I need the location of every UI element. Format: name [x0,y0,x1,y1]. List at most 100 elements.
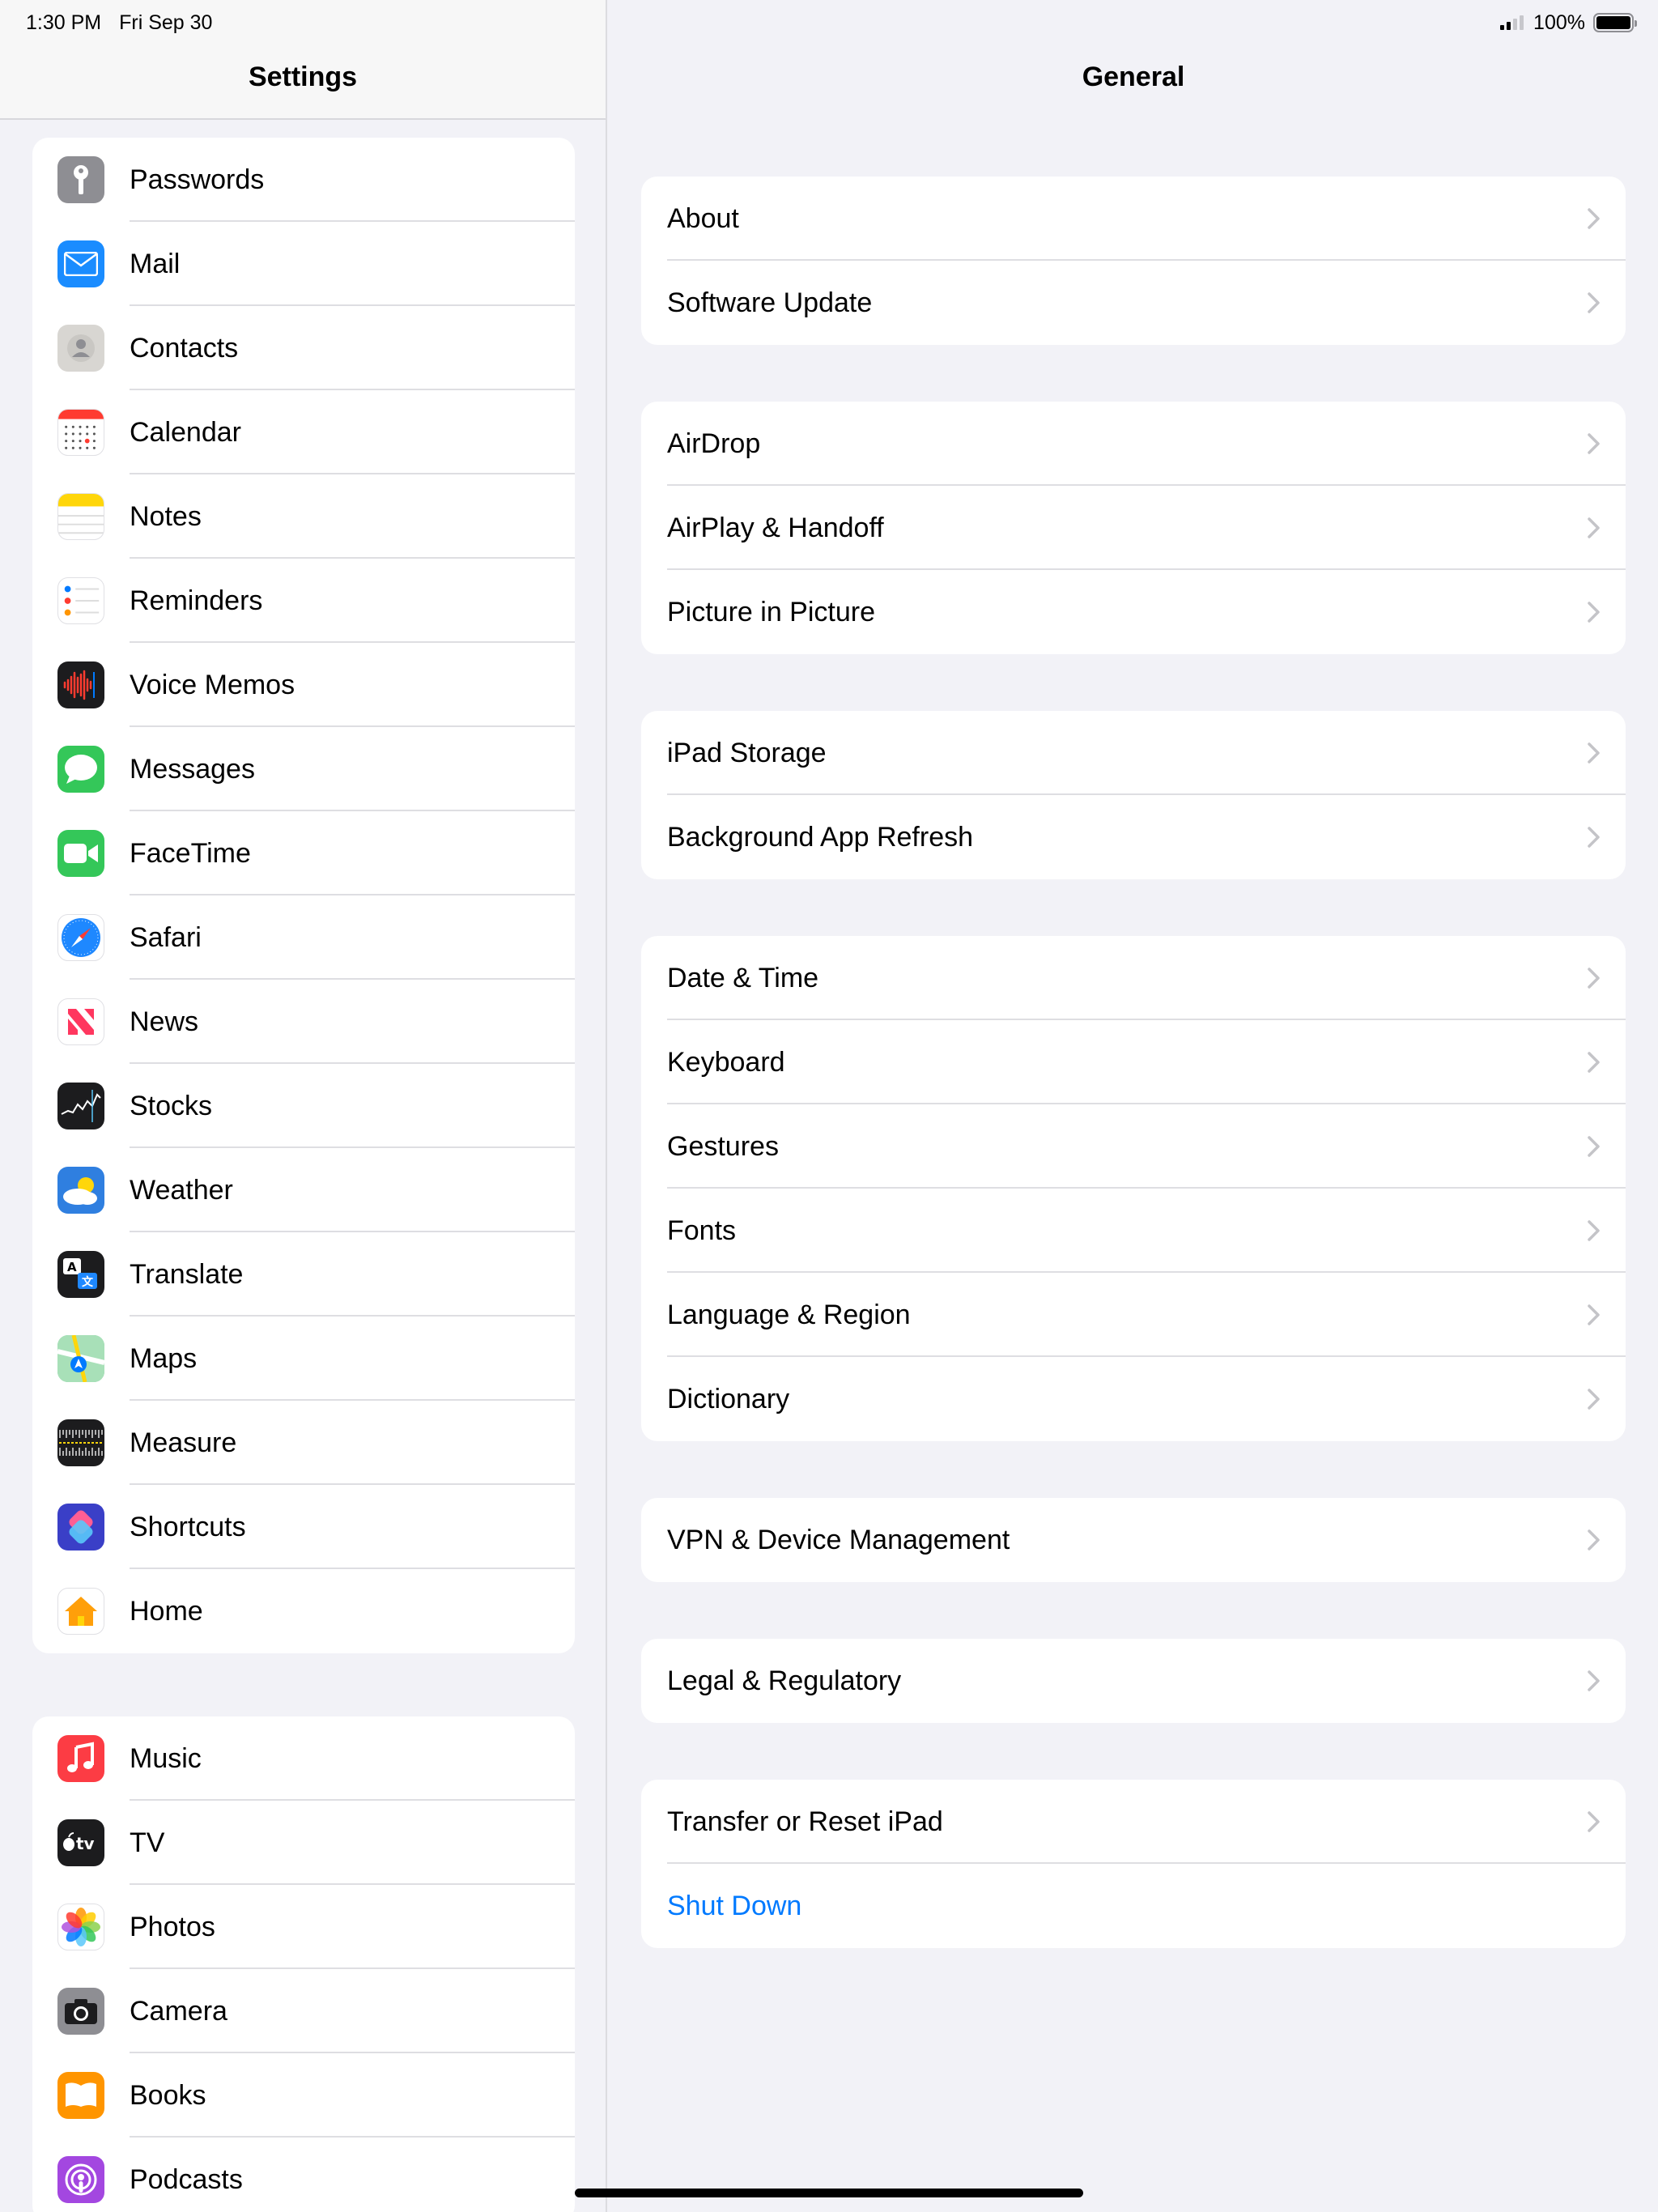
sidebar-item-label: Messages [130,753,255,785]
sidebar-item-camera[interactable]: Camera [32,1969,575,2053]
general-item-label: About [667,202,739,234]
sidebar-item-tv[interactable]: tv TV [32,1801,575,1885]
settings-sidebar: Settings Passwords Mail Contacts Calendar No… [0,0,607,2212]
sidebar-item-label: Maps [130,1342,198,1374]
compass-icon [57,914,104,961]
general-item-label: Software Update [667,287,873,318]
sidebar-item-music[interactable]: Music [32,1716,575,1801]
general-item-background-app-refresh[interactable]: Background App Refresh [641,795,1626,879]
general-item-gestures[interactable]: Gestures [641,1104,1626,1189]
chevron-right-icon [1587,1388,1601,1410]
general-item-label: Gestures [667,1130,779,1162]
sidebar-item-safari[interactable]: Safari [32,895,575,980]
sidebar-item-messages[interactable]: Messages [32,727,575,811]
sidebar-item-measure[interactable]: Measure [32,1401,575,1485]
general-item-label: Dictionary [667,1383,790,1414]
svg-text:文: 文 [82,1275,94,1289]
ruler-icon [57,1419,104,1466]
sidebar-item-label: Camera [130,1995,227,2027]
general-item-dictionary[interactable]: Dictionary [641,1357,1626,1441]
sidebar-item-label: Photos [130,1911,215,1942]
svg-text:tv: tv [76,1834,95,1853]
general-item-airdrop[interactable]: AirDrop [641,402,1626,486]
general-item-label: Picture in Picture [667,596,875,627]
book-icon [57,2072,104,2119]
general-item-label: Legal & Regulatory [667,1665,902,1696]
sidebar-item-label: Safari [130,921,202,953]
chevron-right-icon [1587,517,1601,539]
general-item-label: Date & Time [667,962,819,993]
sidebar-item-mail[interactable]: Mail [32,222,575,306]
status-bar-right: 100% [1500,8,1637,37]
chevron-right-icon [1587,601,1601,623]
general-item-label: Transfer or Reset iPad [667,1806,943,1837]
notes-icon [57,493,104,540]
battery-icon [1593,13,1637,32]
sidebar-group-1: Passwords Mail Contacts Calendar Notes Remind… [32,138,575,1653]
sidebar-item-weather[interactable]: Weather [32,1148,575,1232]
status-time: 1:30 PM [26,11,102,34]
status-bar-left: 1:30 PM Fri Sep 30 [26,8,212,37]
general-item-label: VPN & Device Management [667,1524,1010,1555]
general-item-fonts[interactable]: Fonts [641,1189,1626,1273]
general-item-about[interactable]: About [641,177,1626,261]
general-item-label: Language & Region [667,1299,911,1330]
general-group-6: Legal & Regulatory [641,1639,1626,1723]
sidebar-item-maps[interactable]: Maps [32,1317,575,1401]
general-item-label: Background App Refresh [667,821,974,853]
chevron-right-icon [1587,826,1601,849]
chevron-right-icon [1587,1529,1601,1551]
sidebar-item-label: Stocks [130,1090,213,1121]
sidebar-item-label: Podcasts [130,2163,243,2195]
svg-text:A: A [67,1260,77,1274]
key-icon [57,156,104,203]
general-item-language-region[interactable]: Language & Region [641,1273,1626,1357]
chevron-right-icon [1587,1304,1601,1326]
music-note-icon [57,1735,104,1782]
sidebar-item-facetime[interactable]: FaceTime [32,811,575,895]
sidebar-item-stocks[interactable]: Stocks [32,1064,575,1148]
sidebar-item-shortcuts[interactable]: Shortcuts [32,1485,575,1569]
general-group-4: Date & Time Keyboard Gestures Fonts Language… [641,936,1626,1441]
sidebar-item-contacts[interactable]: Contacts [32,306,575,390]
podcast-icon [57,2156,104,2203]
sidebar-item-notes[interactable]: Notes [32,474,575,559]
sidebar-item-translate[interactable]: A 文 Translate [32,1232,575,1317]
sidebar-item-reminders[interactable]: Reminders [32,559,575,643]
sidebar-item-podcasts[interactable]: Podcasts [32,2138,575,2212]
sidebar-item-photos[interactable]: Photos [32,1885,575,1969]
calendar-icon [57,409,104,456]
sidebar-item-label: Music [130,1742,202,1774]
general-item-transfer-or-reset-ipad[interactable]: Transfer or Reset iPad [641,1780,1626,1864]
home-indicator[interactable] [575,2189,1083,2197]
general-group-7: Transfer or Reset iPad Shut Down [641,1780,1626,1948]
general-item-ipad-storage[interactable]: iPad Storage [641,711,1626,795]
camera-icon [57,1988,104,2035]
general-item-date-time[interactable]: Date & Time [641,936,1626,1020]
general-item-keyboard[interactable]: Keyboard [641,1020,1626,1104]
sidebar-item-books[interactable]: Books [32,2053,575,2138]
general-item-software-update[interactable]: Software Update [641,261,1626,345]
shut-down-button[interactable]: Shut Down [641,1864,1626,1948]
general-group-3: iPad Storage Background App Refresh [641,711,1626,879]
sidebar-item-label: Books [130,2079,206,2111]
general-group-2: AirDrop AirPlay & Handoff Picture in Pictu… [641,402,1626,654]
general-item-label: Fonts [667,1214,737,1246]
sidebar-item-news[interactable]: News [32,980,575,1064]
sidebar-item-passwords[interactable]: Passwords [32,138,575,222]
sidebar-item-home[interactable]: Home [32,1569,575,1653]
reminders-icon [57,577,104,624]
sidebar-item-calendar[interactable]: Calendar [32,390,575,474]
sidebar-item-label: TV [130,1827,165,1858]
sidebar-item-voice-memos[interactable]: Voice Memos [32,643,575,727]
general-item-label: iPad Storage [667,737,827,768]
general-item-legal-regulatory[interactable]: Legal & Regulatory [641,1639,1626,1723]
general-item-vpn-device-management[interactable]: VPN & Device Management [641,1498,1626,1582]
sidebar-item-label: Voice Memos [130,669,295,700]
sidebar-group-2: Music tv TV Photos Camera Books Podcasts [32,1716,575,2212]
sidebar-item-label: FaceTime [130,837,251,869]
translate-icon: A文 [57,1251,104,1298]
cellular-signal-icon [1500,15,1524,30]
general-item-airplay-handoff[interactable]: AirPlay & Handoff [641,486,1626,570]
general-item-picture-in-picture[interactable]: Picture in Picture [641,570,1626,654]
